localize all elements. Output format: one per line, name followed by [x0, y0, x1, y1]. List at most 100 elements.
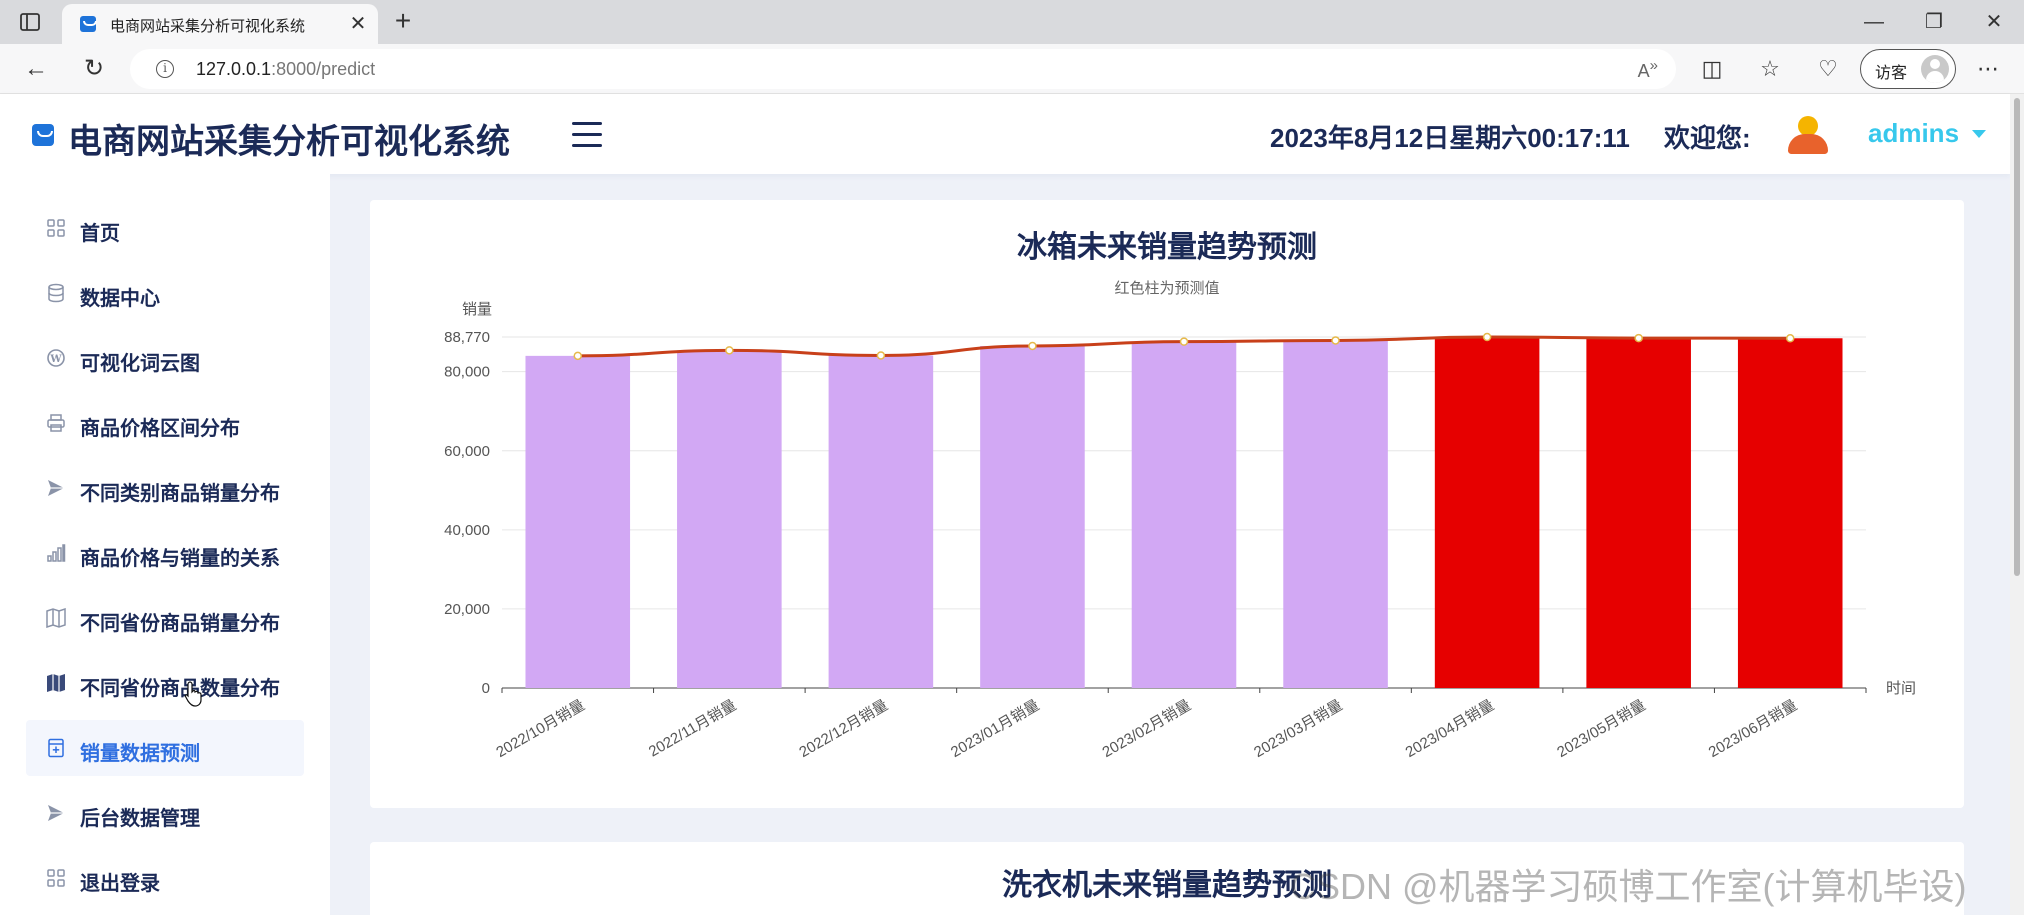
- trend-point: [1785, 334, 1795, 343]
- map-filled-icon: [47, 674, 65, 692]
- trend-point: [876, 351, 886, 360]
- sidebar-item-price-range[interactable]: 商品价格区间分布: [26, 395, 304, 451]
- favorites-icon[interactable]: ☆: [1754, 54, 1786, 86]
- x-tick-label: 2023/03月销量: [1251, 697, 1345, 761]
- x-tick-label: 2023/05月销量: [1554, 697, 1648, 761]
- watermark: CSDN @机器学习硕博工作室(计算机毕设): [1290, 866, 1967, 907]
- sidebar-item-wordcloud[interactable]: W 可视化词云图: [26, 330, 304, 386]
- trend-point: [1028, 341, 1037, 351]
- address-bar: ← ↻ i 127.0.0.1:8000/predict A» ◫ ☆ ♡ 访客…: [0, 44, 2024, 94]
- sidebar-item-label: 不同省份商品销量分布: [80, 613, 280, 635]
- browser-tab-bar: 电商网站采集分析可视化系统 ✕ + — ❐ ✕: [0, 0, 2024, 44]
- more-options-icon[interactable]: ⋯: [1972, 54, 2004, 86]
- menu-toggle-icon[interactable]: [572, 122, 604, 148]
- trend-point: [1482, 332, 1492, 342]
- sidebar-item-label: 销量数据预测: [80, 743, 200, 765]
- browser-essentials-icon[interactable]: ♡: [1812, 54, 1844, 86]
- y-tick-label: 40,000: [444, 522, 490, 539]
- predicted-bar: [1586, 338, 1691, 688]
- x-tick-label: 2022/11月销量: [646, 697, 739, 761]
- sidebar: 首页 数据中心 W 可视化词云图 商品价格区间分布 不同类别商品销量分布 商品价…: [0, 174, 330, 915]
- trend-point: [1179, 337, 1189, 346]
- svg-text:W: W: [49, 354, 62, 365]
- caret-down-icon[interactable]: [1972, 130, 1986, 138]
- trend-point: [725, 346, 734, 355]
- sidebar-item-province-sales[interactable]: 不同省份商品销量分布: [26, 590, 304, 646]
- actual-bar: [1131, 341, 1237, 688]
- y-tick-label: 0: [482, 680, 490, 697]
- url-text: 127.0.0.1:8000/predict: [196, 59, 376, 79]
- new-tab-button[interactable]: +: [388, 7, 418, 37]
- send-icon: [48, 480, 64, 496]
- minimize-icon[interactable]: —: [1854, 6, 1894, 38]
- actual-bar: [677, 350, 782, 688]
- grid-icon: [47, 869, 65, 887]
- user-avatar: [1786, 116, 1830, 154]
- sidebar-item-label: 商品价格区间分布: [80, 418, 240, 440]
- restore-icon[interactable]: ❐: [1914, 6, 1954, 38]
- read-aloud-icon[interactable]: A»: [1638, 57, 1658, 82]
- y-tick-label: 88,770: [444, 329, 490, 346]
- url-input[interactable]: i 127.0.0.1:8000/predict A»: [130, 49, 1676, 89]
- actual-bar: [525, 355, 631, 688]
- guest-label: 访客: [1875, 65, 1908, 82]
- guest-profile-button[interactable]: 访客: [1860, 49, 1956, 89]
- predicted-bar: [1737, 338, 1843, 688]
- current-datetime: 2023年8月12日星期六00:17:11: [1270, 123, 1630, 153]
- profile-avatar-icon: [1921, 55, 1949, 83]
- sidebar-item-category-sales[interactable]: 不同类别商品销量分布: [26, 460, 304, 516]
- page-scrollbar[interactable]: [2010, 94, 2024, 915]
- sidebar-item-price-sales[interactable]: 商品价格与销量的关系: [26, 525, 304, 581]
- sidebar-item-label: 不同省份商品数量分布: [80, 678, 280, 700]
- sidebar-item-data-center[interactable]: 数据中心: [26, 265, 304, 321]
- actual-bar: [980, 345, 1085, 688]
- actual-bar: [828, 355, 934, 688]
- app-header: 电商网站采集分析可视化系统 2023年8月12日星期六00:17:11 欢迎您:…: [0, 94, 2010, 174]
- mouse-pointer-icon: [184, 681, 202, 707]
- database-icon: [48, 283, 64, 303]
- y-tick-label: 20,000: [444, 601, 490, 618]
- username-dropdown[interactable]: admins: [1868, 118, 1959, 149]
- sidebar-item-home[interactable]: 首页: [26, 200, 304, 256]
- y-tick-label: 60,000: [444, 443, 490, 460]
- sidebar-item-label: 不同类别商品销量分布: [80, 483, 280, 505]
- back-icon[interactable]: ←: [20, 53, 52, 85]
- chart-card-fridge: 冰箱未来销量趋势预测 红色柱为预测值 0 20,000 40,000 60,000 80…: [370, 200, 1964, 808]
- window-close-icon[interactable]: ✕: [1974, 6, 2014, 38]
- trend-point: [1634, 333, 1643, 343]
- sidebar-item-admin[interactable]: 后台数据管理: [26, 785, 304, 841]
- sidebar-item-label: 退出登录: [80, 873, 160, 895]
- sidebar-item-province-count[interactable]: 不同省份商品数量分布: [26, 655, 304, 711]
- actual-bar: [1283, 340, 1388, 688]
- sidebar-item-label: 数据中心: [80, 288, 160, 310]
- sidebar-item-label: 可视化词云图: [80, 353, 200, 375]
- info-icon[interactable]: i: [156, 60, 174, 78]
- x-tick-label: 2023/02月销量: [1100, 697, 1194, 761]
- brand-title: 电商网站采集分析可视化系统: [68, 123, 510, 161]
- tab-title: 电商网站采集分析可视化系统: [110, 18, 306, 35]
- browser-tab[interactable]: 电商网站采集分析可视化系统 ✕: [62, 4, 378, 44]
- sidebar-item-label: 首页: [80, 223, 120, 245]
- sidebar-item-logout[interactable]: 退出登录: [26, 850, 304, 906]
- welcome-text: 欢迎您:: [1664, 123, 1751, 153]
- close-tab-icon[interactable]: ✕: [346, 12, 370, 36]
- refresh-icon[interactable]: ↻: [78, 53, 110, 85]
- printer-icon: [47, 414, 65, 432]
- grid-icon: [47, 219, 65, 237]
- sidebar-item-label: 后台数据管理: [80, 808, 200, 830]
- split-screen-icon[interactable]: ◫: [1696, 54, 1728, 86]
- tab-actions-icon[interactable]: [18, 10, 42, 34]
- trend-point: [1331, 336, 1340, 345]
- trend-point: [573, 351, 583, 361]
- y-tick-label: 80,000: [444, 364, 490, 381]
- sidebar-item-sales-prediction[interactable]: 销量数据预测: [26, 720, 304, 776]
- x-tick-label: 2023/04月销量: [1403, 697, 1497, 761]
- y-axis-label: 销量: [462, 301, 492, 318]
- x-tick-label: 2022/12月销量: [796, 697, 890, 761]
- x-tick-label: 2022/10月销量: [493, 697, 587, 761]
- scrollbar-thumb[interactable]: [2014, 98, 2020, 576]
- wordpress-icon: W: [47, 349, 65, 367]
- bar-chart-icon: [47, 544, 66, 562]
- x-tick-label: 2023/06月销量: [1706, 697, 1800, 761]
- map-icon: [46, 608, 66, 628]
